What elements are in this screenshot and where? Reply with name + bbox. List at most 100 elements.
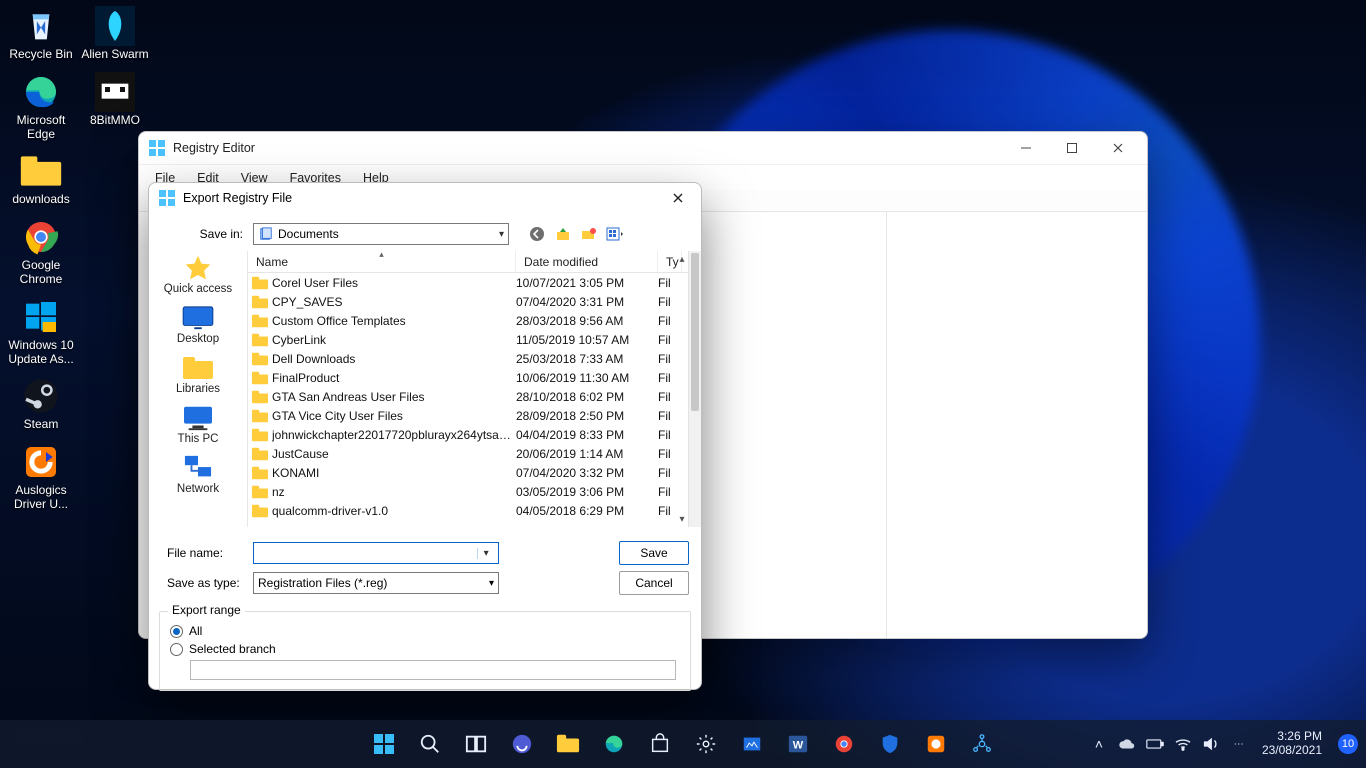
chevron-down-icon[interactable]: ▾ [477,548,494,559]
new-folder-button[interactable] [579,224,599,244]
view-menu-button[interactable] [605,224,625,244]
close-button[interactable] [1095,132,1141,164]
battery-icon[interactable] [1146,735,1164,753]
item-type: Fil [658,314,680,328]
item-type: Fil [658,485,680,499]
cancel-button[interactable]: Cancel [619,571,689,595]
label: Libraries [176,383,220,395]
taskbar-chat[interactable] [502,724,542,764]
taskbar-chrome[interactable] [824,724,864,764]
label: This PC [178,433,219,445]
header-name[interactable]: ▴ Name [248,251,516,272]
folder-icon [252,294,268,310]
taskbar-app-2[interactable] [916,724,956,764]
wifi-icon[interactable] [1174,735,1192,753]
item-name: Corel User Files [272,276,516,290]
desktop-icon-recycle-bin[interactable]: Recycle Bin [4,2,78,68]
folder-icon [252,332,268,348]
maximize-button[interactable] [1049,132,1095,164]
volume-icon[interactable] [1202,735,1220,753]
list-item[interactable]: Corel User Files10/07/2021 3:05 PMFil [248,273,701,292]
network-icon [180,453,216,483]
taskbar-edge[interactable] [594,724,634,764]
item-date: 10/07/2021 3:05 PM [516,276,658,290]
dialog-titlebar[interactable]: Export Registry File [149,183,701,213]
place-desktop[interactable]: Desktop [153,303,243,345]
taskbar-app-1[interactable] [732,724,772,764]
taskbar-clock[interactable]: 3:26 PM 23/08/2021 [1262,730,1322,758]
item-name: nz [272,485,516,499]
minimize-button[interactable] [1003,132,1049,164]
list-item[interactable]: johnwickchapter22017720pblurayx264ytsag-… [248,425,701,444]
save-button[interactable]: Save [619,541,689,565]
place-libraries[interactable]: Libraries [153,353,243,395]
taskbar-word[interactable]: W [778,724,818,764]
chrome-icon [18,217,64,257]
desktop-icon-win10-update[interactable]: Windows 10 Update As... [4,293,78,373]
list-item[interactable]: qualcomm-driver-v1.004/05/2018 6:29 PMFi… [248,501,701,520]
regedit-titlebar[interactable]: Registry Editor [139,132,1147,164]
task-view-button[interactable] [456,724,496,764]
place-this-pc[interactable]: This PC [153,403,243,445]
list-item[interactable]: FinalProduct10/06/2019 11:30 AMFil [248,368,701,387]
saveastype-value: Registration Files (*.reg) [258,576,489,590]
label: Windows 10 Update As... [5,339,77,367]
up-one-level-button[interactable] [553,224,573,244]
folder-icon [252,427,268,443]
list-item[interactable]: CPY_SAVES07/04/2020 3:31 PMFil [248,292,701,311]
place-network[interactable]: Network [153,453,243,495]
tray-overflow-button[interactable]: ˄ [1090,735,1108,753]
list-item[interactable]: nz03/05/2019 3:06 PMFil [248,482,701,501]
back-button[interactable] [527,224,547,244]
export-dialog: Export Registry File Save in: Documents … [148,182,702,690]
list-item[interactable]: Custom Office Templates28/03/2018 9:56 A… [248,311,701,330]
form-rows: File name: ▾ Save Save as type: Registra… [149,527,701,605]
regedit-col-type[interactable] [887,212,1147,638]
folder-icon [252,389,268,405]
scroll-up-icon[interactable]: ▴ [676,253,688,265]
taskbar-explorer[interactable] [548,724,588,764]
desktop-icon-8bitmmo[interactable]: 8BitMMO [78,68,152,134]
header-date-modified[interactable]: Date modified [516,251,658,272]
dialog-close-button[interactable] [663,184,693,212]
item-date: 10/06/2019 11:30 AM [516,371,658,385]
notification-badge[interactable]: 10 [1338,734,1358,754]
item-type: Fil [658,371,680,385]
place-quick-access[interactable]: Quick access [153,253,243,295]
taskbar-app-3[interactable] [962,724,1002,764]
radio-selected-branch[interactable]: Selected branch [170,642,680,656]
this-pc-icon [180,403,216,433]
filename-input[interactable]: ▾ [253,542,499,564]
radio-all[interactable]: All [170,624,680,638]
list-item[interactable]: Dell Downloads25/03/2018 7:33 AMFil [248,349,701,368]
8bitmmo-icon [92,72,138,112]
selected-branch-input[interactable] [190,660,676,680]
filename-text[interactable] [258,546,477,560]
search-button[interactable] [410,724,450,764]
list-item[interactable]: KONAMI07/04/2020 3:32 PMFil [248,463,701,482]
steam-icon [18,376,64,416]
desktop-icon-auslogics[interactable]: Auslogics Driver U... [4,438,78,518]
save-in-row: Save in: Documents ▾ [149,217,701,251]
regedit-title: Registry Editor [173,141,1003,155]
save-in-combo[interactable]: Documents ▾ [253,223,509,245]
desktop-icon-downloads[interactable]: downloads [4,147,78,213]
start-button[interactable] [364,724,404,764]
language-indicator[interactable]: ⋯ [1230,735,1248,753]
onedrive-icon[interactable] [1118,735,1136,753]
list-item[interactable]: GTA Vice City User Files28/09/2018 2:50 … [248,406,701,425]
item-date: 07/04/2020 3:31 PM [516,295,658,309]
desktop-icon-chrome[interactable]: Google Chrome [4,213,78,293]
desktop-icon-edge[interactable]: Microsoft Edge [4,68,78,148]
item-date: 07/04/2020 3:32 PM [516,466,658,480]
taskbar-security[interactable] [870,724,910,764]
list-item[interactable]: GTA San Andreas User Files28/10/2018 6:0… [248,387,701,406]
list-item[interactable]: CyberLink11/05/2019 10:57 AMFil [248,330,701,349]
taskbar-settings[interactable] [686,724,726,764]
taskbar-store[interactable] [640,724,680,764]
saveastype-combo[interactable]: Registration Files (*.reg) ▾ [253,572,499,594]
list-body[interactable]: Corel User Files10/07/2021 3:05 PMFilCPY… [248,273,701,527]
desktop-icon-steam[interactable]: Steam [4,372,78,438]
desktop-icon-alien-swarm[interactable]: Alien Swarm [78,2,152,68]
list-item[interactable]: JustCause20/06/2019 1:14 AMFil [248,444,701,463]
